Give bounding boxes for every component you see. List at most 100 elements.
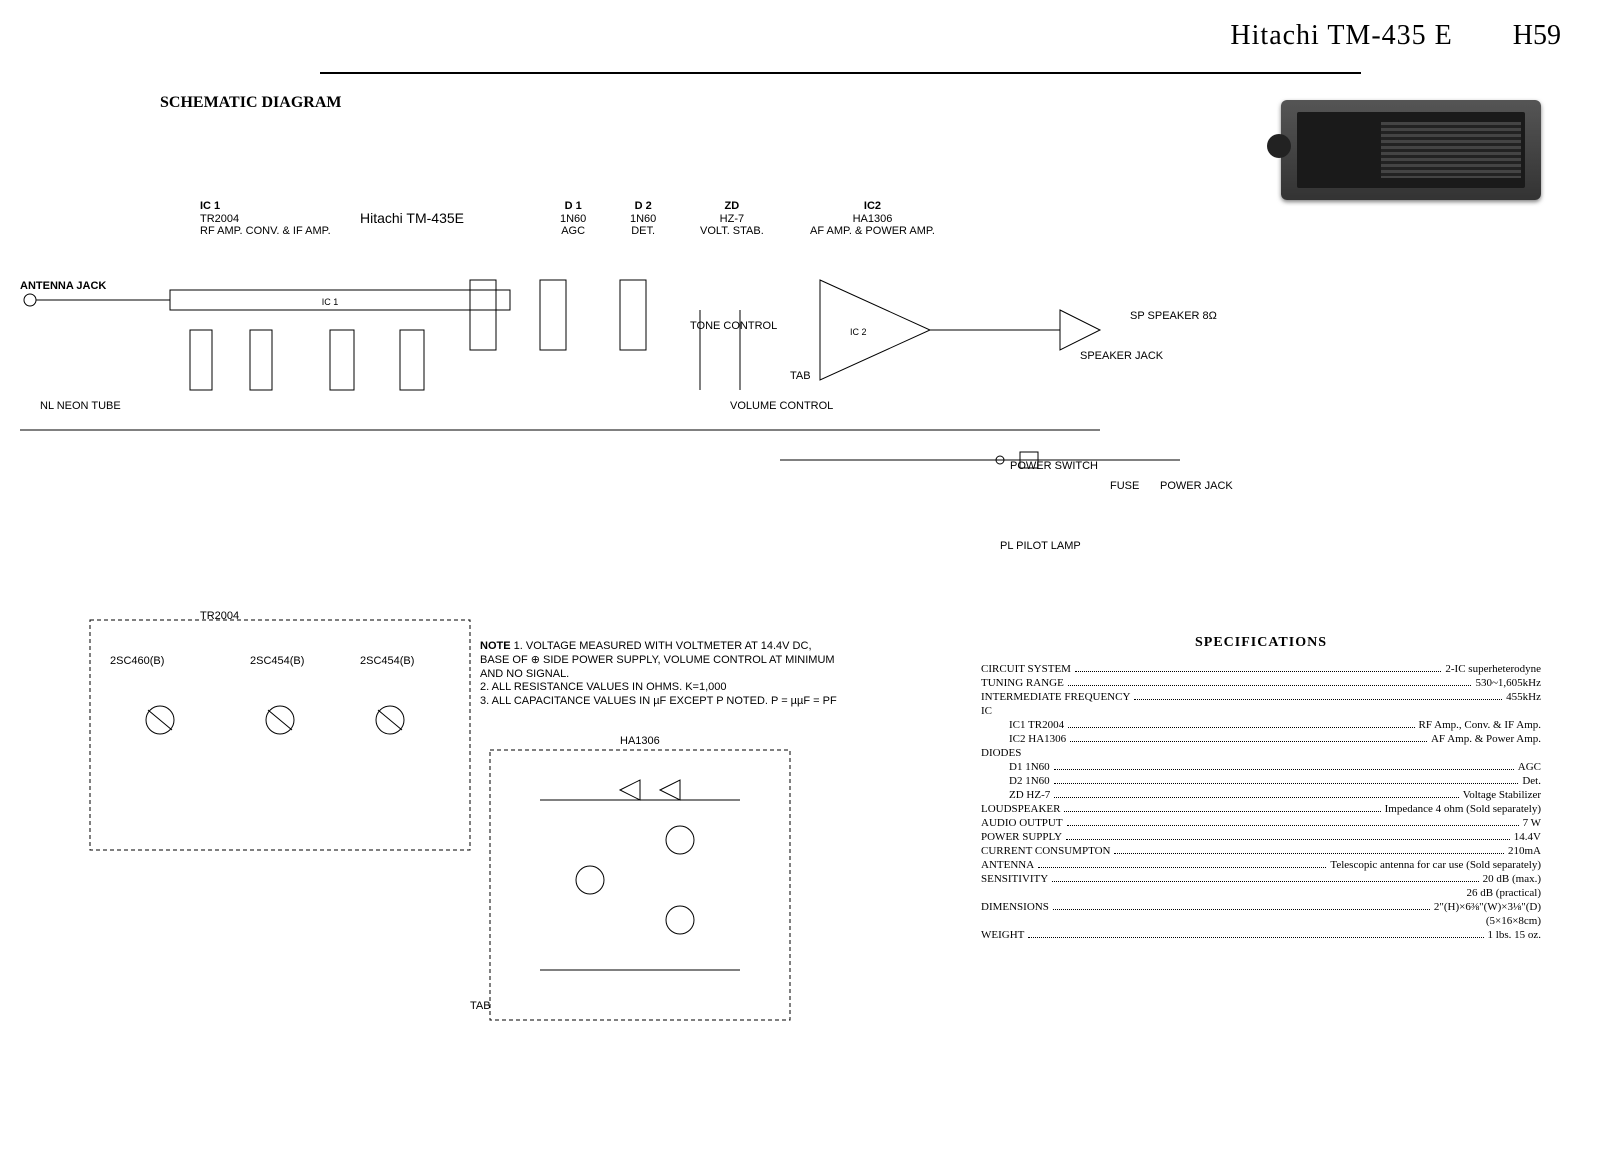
specifications: SPECIFICATIONS CIRCUIT SYSTEM 2-IC superh…: [981, 635, 1541, 943]
spec-dots: [1068, 685, 1472, 686]
spec-value: 1 lbs. 15 oz.: [1488, 929, 1541, 941]
ic2-internal-svg: [480, 740, 800, 1040]
spec-row: ANTENNA Telescopic antenna for car use (S…: [981, 859, 1541, 871]
spec-key: DIMENSIONS: [981, 901, 1049, 913]
spec-row: AUDIO OUTPUT 7 W: [981, 817, 1541, 829]
svg-text:IC 2: IC 2: [850, 327, 867, 337]
ic1-internal-part: TR2004: [200, 610, 239, 622]
spec-value: Telescopic antenna for car use (Sold sep…: [1330, 859, 1541, 871]
spec-dots: [1052, 881, 1478, 882]
spec-dots: [1114, 853, 1504, 854]
spec-dots: [1067, 825, 1519, 826]
schematic-svg: IC 1 IC 2: [0, 160, 1400, 580]
spec-row: POWER SUPPLY 14.4V: [981, 831, 1541, 843]
spec-key: INTERMEDIATE FREQUENCY: [981, 691, 1130, 703]
spec-row: SENSITIVITY 20 dB (max.): [981, 873, 1541, 885]
spec-key: D1 1N60: [1009, 761, 1050, 773]
spec-title: SPECIFICATIONS: [981, 635, 1541, 651]
label-speaker-jack: SPEAKER JACK: [1080, 350, 1163, 362]
label-volume: VOLUME CONTROL: [730, 400, 833, 412]
spec-dots: [1054, 783, 1519, 784]
svg-text:IC 1: IC 1: [322, 297, 339, 307]
spec-row: ZD HZ-7 Voltage Stabilizer: [981, 789, 1541, 801]
spec-key: ANTENNA: [981, 859, 1034, 871]
spec-row: IC1 TR2004 RF Amp., Conv. & IF Amp.: [981, 719, 1541, 731]
spec-row: IC2 HA1306 AF Amp. & Power Amp.: [981, 733, 1541, 745]
ic1-int-t2: 2SC454(B): [250, 655, 304, 667]
label-neon-tube: NL NEON TUBE: [40, 400, 121, 412]
spec-dots: [1068, 727, 1414, 728]
spec-key: IC2 HA1306: [1009, 733, 1066, 745]
spec-dots: [1054, 797, 1458, 798]
spec-key: IC: [981, 705, 992, 717]
spec-value: Impedance 4 ohm (Sold separately): [1385, 803, 1541, 815]
spec-value: Voltage Stabilizer: [1463, 789, 1541, 801]
spec-value: (5×16×8cm): [1486, 915, 1541, 927]
spec-value: Det.: [1522, 775, 1541, 787]
label-pilot-lamp: PL PILOT LAMP: [1000, 540, 1081, 552]
ic1-internal-svg: [80, 610, 480, 870]
spec-row: DIODES: [981, 747, 1541, 759]
label-sp-speaker: SP SPEAKER 8Ω: [1130, 310, 1217, 322]
spec-row: DIMENSIONS 2"(H)×6⅜"(W)×3⅛"(D): [981, 901, 1541, 913]
spec-value: 26 dB (practical): [1466, 887, 1541, 899]
notes-block: NOTE 1. VOLTAGE MEASURED WITH VOLTMETER …: [480, 640, 840, 709]
spec-dots: [1053, 909, 1430, 910]
spec-dots: [1064, 811, 1380, 812]
spec-row: WEIGHT 1 lbs. 15 oz.: [981, 929, 1541, 941]
spec-row: D2 1N60 Det.: [981, 775, 1541, 787]
spec-key: SENSITIVITY: [981, 873, 1048, 885]
spec-dots: [1054, 769, 1514, 770]
spec-dots: [1066, 839, 1510, 840]
spec-value: 2"(H)×6⅜"(W)×3⅛"(D): [1434, 901, 1541, 913]
spec-key: AUDIO OUTPUT: [981, 817, 1063, 829]
spec-value: AGC: [1518, 761, 1541, 773]
ic1-int-t1: 2SC460(B): [110, 655, 164, 667]
spec-row: LOUDSPEAKER Impedance 4 ohm (Sold separat…: [981, 803, 1541, 815]
spec-key: IC1 TR2004: [1009, 719, 1064, 731]
spec-row: D1 1N60 AGC: [981, 761, 1541, 773]
spec-value: 2-IC superheterodyne: [1445, 663, 1541, 675]
spec-key: DIODES: [981, 747, 1021, 759]
spec-dots: [1028, 937, 1483, 938]
spec-key: CIRCUIT SYSTEM: [981, 663, 1071, 675]
spec-dots: [1134, 699, 1502, 700]
label-power-switch: POWER SWITCH: [1010, 460, 1098, 472]
spec-value: 210mA: [1508, 845, 1541, 857]
ic2-internal-part: HA1306: [620, 735, 660, 747]
spec-row: IC: [981, 705, 1541, 717]
spec-dots: [1075, 671, 1441, 672]
spec-key: POWER SUPPLY: [981, 831, 1062, 843]
label-antenna-jack: ANTENNA JACK: [20, 280, 106, 292]
label-tab: TAB: [790, 370, 811, 382]
spec-row: (5×16×8cm): [981, 915, 1541, 927]
spec-row: CIRCUIT SYSTEM 2-IC superheterodyne: [981, 663, 1541, 675]
spec-key: LOUDSPEAKER: [981, 803, 1060, 815]
label-tab2: TAB: [470, 1000, 491, 1012]
spec-key: TUNING RANGE: [981, 677, 1064, 689]
ic1-int-t3: 2SC454(B): [360, 655, 414, 667]
label-tone: TONE CONTROL: [690, 320, 777, 332]
spec-key: ZD HZ-7: [1009, 789, 1050, 801]
spec-row: 26 dB (practical): [981, 887, 1541, 899]
label-power-jack: POWER JACK: [1160, 480, 1233, 492]
label-fuse: FUSE: [1110, 480, 1139, 492]
spec-key: CURRENT CONSUMPTON: [981, 845, 1110, 857]
spec-key: WEIGHT: [981, 929, 1024, 941]
spec-dots: [1070, 741, 1427, 742]
spec-row: TUNING RANGE 530~1,605kHz: [981, 677, 1541, 689]
spec-value: 14.4V: [1514, 831, 1541, 843]
spec-row: INTERMEDIATE FREQUENCY 455kHz: [981, 691, 1541, 703]
spec-value: 20 dB (max.): [1483, 873, 1541, 885]
spec-dots: [1038, 867, 1326, 868]
header-rule: [320, 72, 1361, 74]
spec-value: 530~1,605kHz: [1475, 677, 1541, 689]
spec-value: AF Amp. & Power Amp.: [1431, 733, 1541, 745]
page-model: Hitachi TM-435 E: [1230, 20, 1452, 52]
spec-value: 455kHz: [1506, 691, 1541, 703]
spec-value: RF Amp., Conv. & IF Amp.: [1419, 719, 1541, 731]
spec-key: D2 1N60: [1009, 775, 1050, 787]
page-number: H59: [1513, 20, 1561, 52]
spec-value: 7 W: [1523, 817, 1541, 829]
spec-row: CURRENT CONSUMPTON 210mA: [981, 845, 1541, 857]
